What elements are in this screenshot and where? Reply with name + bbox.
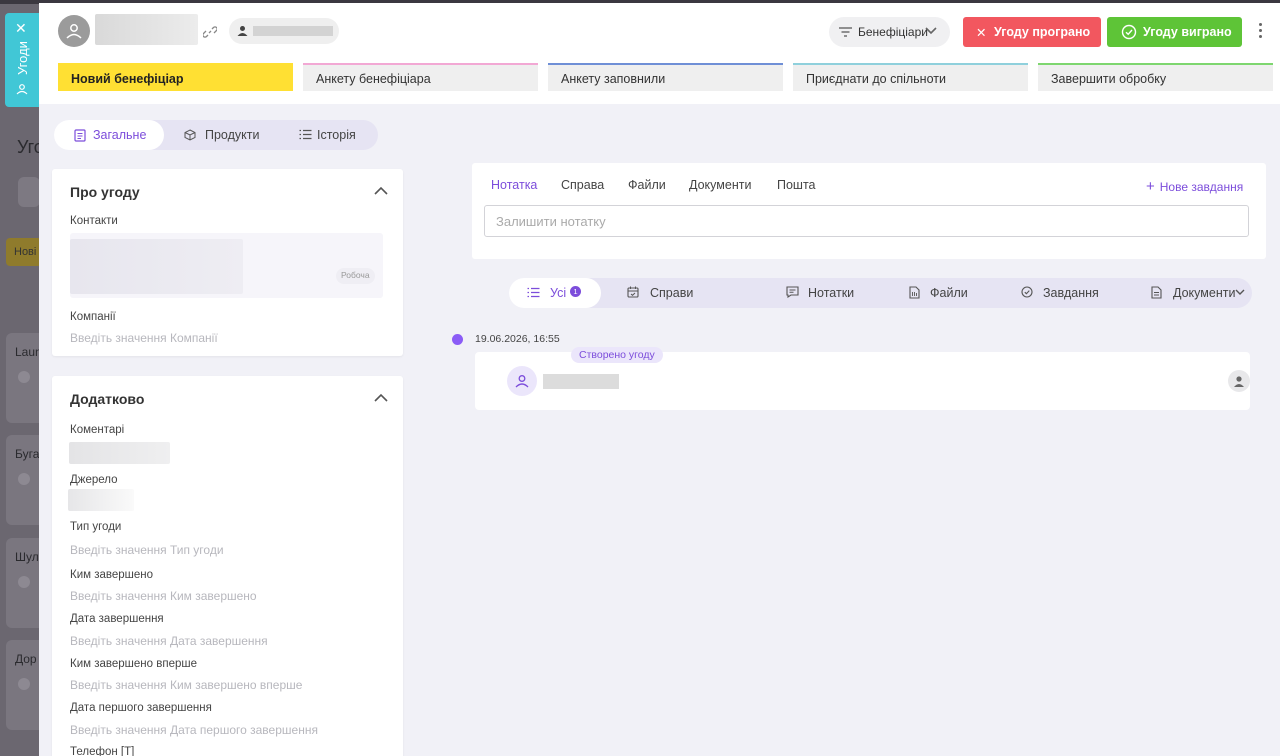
deal-won-label: Угоду виграно bbox=[1143, 25, 1232, 39]
tab-note[interactable]: Нотатка bbox=[491, 178, 537, 192]
deal-avatar bbox=[58, 15, 90, 47]
chevron-up-icon[interactable] bbox=[374, 186, 388, 195]
stage-new-beneficiary[interactable]: Новий бенефіціар bbox=[58, 63, 293, 91]
contact-tag: Робоча bbox=[336, 268, 375, 284]
chevron-down-icon[interactable] bbox=[1235, 289, 1245, 296]
deal-icon bbox=[515, 375, 529, 388]
first-completed-by-label: Ким завершено вперше bbox=[70, 658, 197, 670]
completion-date-field[interactable]: Введіть значення Дата завершення bbox=[70, 634, 268, 648]
companies-label: Компанії bbox=[70, 311, 116, 323]
chevron-up-icon[interactable] bbox=[374, 393, 388, 402]
filter-files[interactable]: Файли bbox=[901, 278, 981, 308]
filter-notes[interactable]: Нотатки bbox=[777, 278, 877, 308]
deal-icon bbox=[16, 84, 28, 95]
comments-label: Коментарі bbox=[70, 424, 125, 436]
new-task-label: Нове завдання bbox=[1159, 180, 1244, 194]
box-icon bbox=[184, 129, 196, 141]
beneficiaries-dropdown[interactable]: Бенефіціари bbox=[829, 17, 950, 47]
note-input[interactable]: Залишити нотатку bbox=[484, 205, 1249, 237]
about-title: Про угоду bbox=[70, 184, 140, 200]
stage-finish[interactable]: Завершити обробку bbox=[1038, 63, 1273, 91]
filter-tasks[interactable]: Справи bbox=[619, 278, 714, 308]
companies-field[interactable]: Введіть значення Компанії bbox=[70, 331, 218, 345]
close-icon: ✕ bbox=[976, 26, 987, 40]
new-task-button[interactable]: + Нове завдання bbox=[1146, 178, 1243, 195]
stage-questionnaire[interactable]: Анкету бенефіціара bbox=[303, 63, 538, 91]
first-completion-date-field[interactable]: Введіть значення Дата першого завершення bbox=[70, 723, 318, 737]
deal-won-button[interactable]: Угоду виграно bbox=[1107, 17, 1242, 47]
timeline-filters: Усі 1 Справи Нотатки Файли Завдання Доку… bbox=[509, 278, 1252, 308]
deal-icon bbox=[66, 24, 82, 39]
first-completed-by-field[interactable]: Введіть значення Ким завершено вперше bbox=[70, 678, 302, 692]
filter-icon bbox=[839, 27, 852, 37]
contact-item[interactable]: Робоча bbox=[70, 233, 383, 298]
list-icon bbox=[299, 129, 312, 140]
deal-type-field[interactable]: Введіть значення Тип угоди bbox=[70, 543, 224, 557]
document-icon bbox=[1151, 286, 1162, 299]
document-icon bbox=[74, 129, 86, 142]
tab-products[interactable]: Продукти bbox=[169, 120, 269, 150]
filter-documents[interactable]: Документи bbox=[1142, 278, 1252, 308]
deal-tabs: Загальне Продукти Історія bbox=[54, 120, 378, 150]
tab-task[interactable]: Справа bbox=[561, 178, 604, 192]
deal-header: Бенефіціари ✕ Угоду програно Угоду вигра… bbox=[39, 3, 1280, 104]
chat-icon bbox=[786, 286, 799, 298]
tab-mail[interactable]: Пошта bbox=[777, 178, 816, 192]
completed-by-label: Ким завершено bbox=[70, 569, 154, 581]
link-icon[interactable] bbox=[203, 25, 217, 39]
plus-icon: + bbox=[1146, 178, 1155, 195]
source-value-redacted[interactable] bbox=[68, 489, 134, 511]
user-icon bbox=[237, 26, 248, 36]
side-tab-label: Угоди bbox=[15, 41, 30, 75]
contact-redacted bbox=[70, 239, 243, 294]
tab-general[interactable]: Загальне bbox=[54, 120, 164, 150]
owner-chip[interactable] bbox=[229, 18, 339, 44]
check-circle-icon bbox=[1121, 24, 1137, 40]
completion-date-label: Дата завершення bbox=[70, 613, 164, 625]
event-tag: Створено угоду bbox=[571, 347, 663, 363]
background-stage-chip: Нові bbox=[6, 238, 42, 266]
phone-label: Телефон [Т] bbox=[70, 746, 135, 756]
timeline-dot bbox=[452, 334, 463, 345]
deal-type-label: Тип угоди bbox=[70, 521, 122, 533]
deal-drawer: Бенефіціари ✕ Угоду програно Угоду вигра… bbox=[39, 3, 1280, 756]
event-avatar bbox=[507, 366, 537, 396]
deal-lost-button[interactable]: ✕ Угоду програно bbox=[963, 17, 1101, 47]
first-completion-date-label: Дата першого завершення bbox=[70, 702, 212, 714]
source-label: Джерело bbox=[70, 474, 118, 486]
deal-lost-label: Угоду програно bbox=[994, 25, 1091, 39]
more-menu-icon[interactable] bbox=[1255, 21, 1265, 43]
deal-title-redacted bbox=[95, 14, 198, 45]
tab-documents[interactable]: Документи bbox=[689, 178, 751, 192]
about-deal-card: Про угоду Контакти Робоча Компанії Введі… bbox=[52, 169, 403, 356]
note-composer: Нотатка Справа Файли Документи Пошта + Но… bbox=[472, 163, 1266, 259]
user-icon bbox=[1234, 376, 1244, 387]
stage-join-community[interactable]: Приєднати до спільноти bbox=[793, 63, 1028, 91]
additional-title: Додатково bbox=[70, 391, 145, 407]
background-search bbox=[18, 177, 40, 207]
tab-files[interactable]: Файли bbox=[628, 178, 666, 192]
contacts-label: Контакти bbox=[70, 215, 118, 227]
event-text-redacted bbox=[543, 374, 619, 389]
tab-history[interactable]: Історія bbox=[279, 120, 374, 150]
owner-name-redacted bbox=[253, 26, 333, 36]
stage-filled[interactable]: Анкету заповнили bbox=[548, 63, 783, 91]
comments-value-redacted[interactable] bbox=[69, 442, 170, 464]
completed-by-field[interactable]: Введіть значення Ким завершено bbox=[70, 589, 257, 603]
filter-all[interactable]: Усі 1 bbox=[509, 278, 601, 308]
file-icon bbox=[909, 286, 920, 299]
chevron-down-icon bbox=[925, 27, 937, 35]
check-circle-icon bbox=[1021, 286, 1033, 298]
timeline-date: 19.06.2026, 16:55 bbox=[475, 333, 560, 345]
user-avatar bbox=[1228, 370, 1250, 392]
count-badge: 1 bbox=[570, 286, 581, 297]
additional-card: Додатково Коментарі Джерело Тип угоди Вв… bbox=[52, 376, 403, 756]
filter-todos[interactable]: Завдання bbox=[1012, 278, 1122, 308]
calendar-icon bbox=[627, 286, 639, 298]
deals-side-tab[interactable]: ✕ Угоди bbox=[5, 13, 39, 107]
beneficiaries-label: Бенефіціари bbox=[858, 25, 928, 39]
close-icon[interactable]: ✕ bbox=[15, 20, 27, 37]
list-icon bbox=[527, 287, 540, 298]
